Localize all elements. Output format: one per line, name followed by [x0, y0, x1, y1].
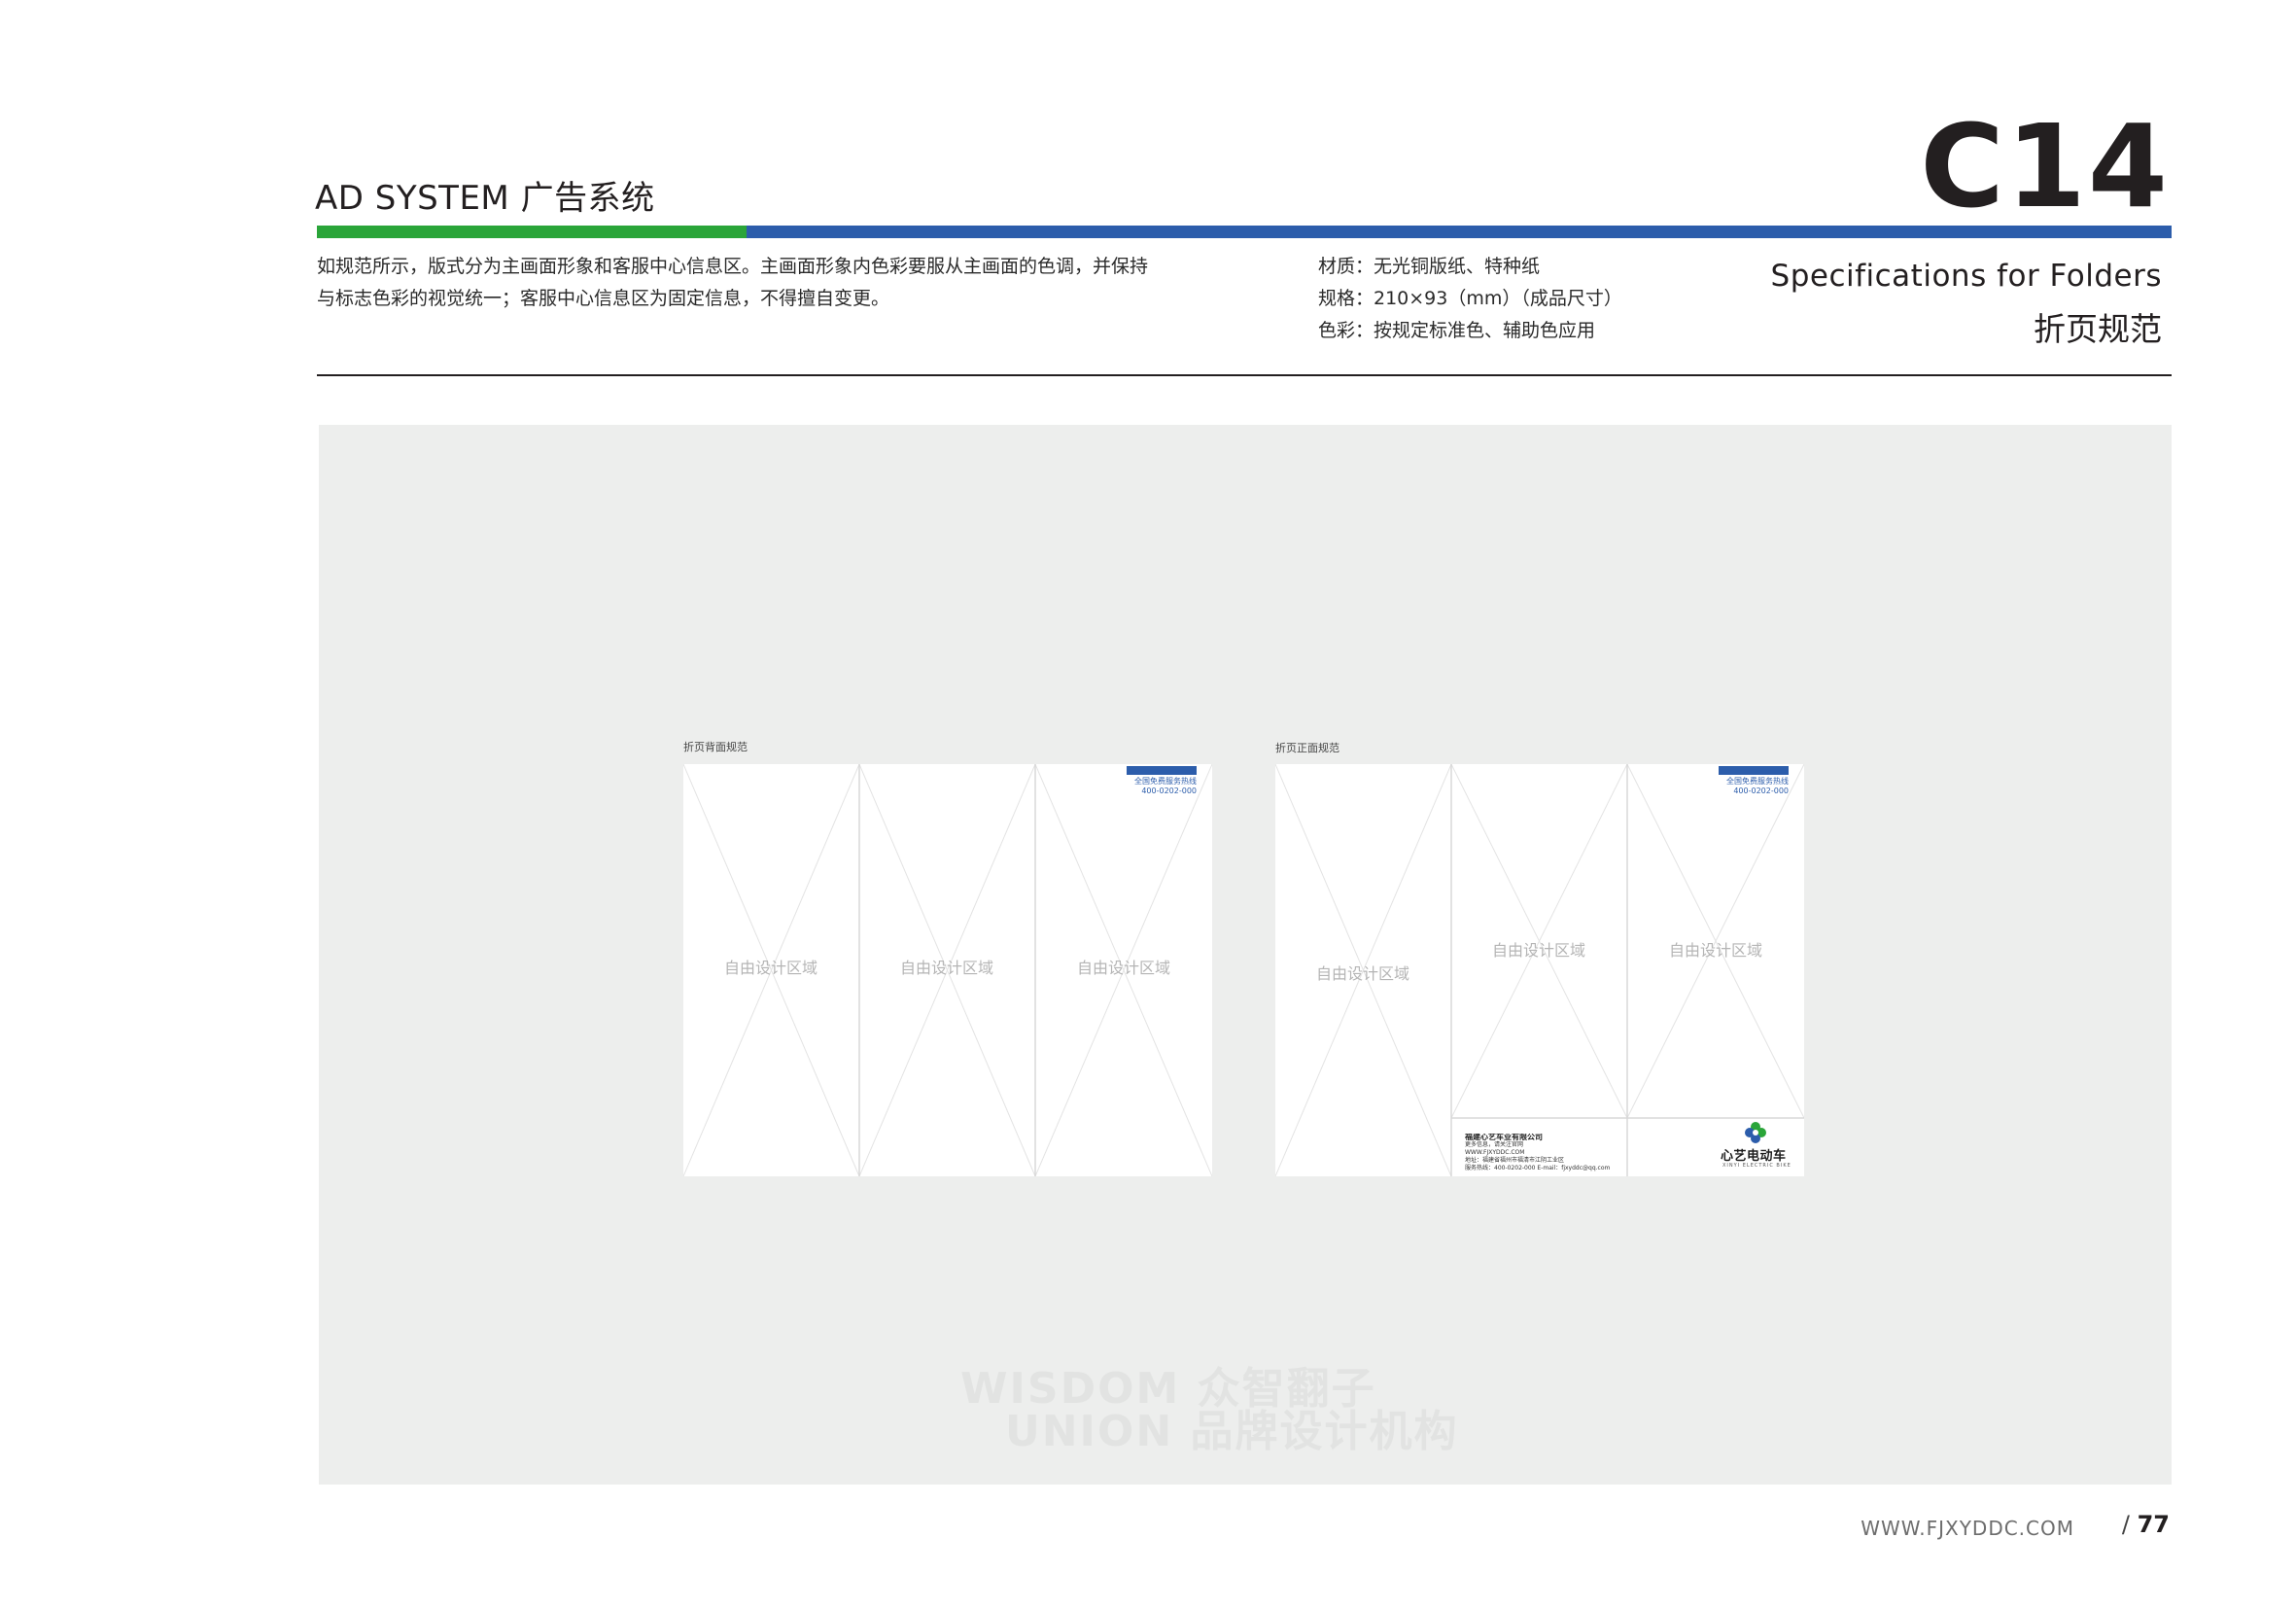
blue-accent-bar [747, 226, 2172, 238]
spec-size: 规格：210×93（mm）（成品尺寸） [1318, 288, 1622, 309]
footer-url: WWW.FJXYDDC.COM [1861, 1517, 2074, 1540]
back-folder: 自由设计区域 自由设计区域 自由设计区域 全国免费服务热线 400-0202-0… [683, 764, 1212, 1176]
watermark-line-2: UNION 品牌设计机构 [1005, 1407, 1459, 1456]
front-zone-label-2: 自由设计区域 [1491, 941, 1586, 960]
spec-title-en: Specifications for Folders [1770, 259, 2162, 294]
front-zone-label-3: 自由设计区域 [1668, 941, 1763, 960]
brand-name: 心艺电动车 [1721, 1149, 1787, 1164]
page-number-value: 77 [2137, 1511, 2170, 1538]
green-accent-bar [317, 226, 747, 238]
back-zone-label-2: 自由设计区域 [899, 959, 994, 977]
back-zone-label-1: 自由设计区域 [723, 959, 818, 977]
spec-color: 色彩：按规定标准色、辅助色应用 [1318, 320, 1596, 341]
clover-logo-icon [1745, 1122, 1766, 1143]
page-number-prefix: / [2121, 1511, 2130, 1538]
back-zone-label-3: 自由设计区域 [1076, 959, 1171, 977]
watermark-line-1: WISDOM 众智翻子 [960, 1364, 1376, 1414]
description-line: 如规范所示，版式分为主画面形象和客服中心信息区。主画面形象内色彩要服从主画面的色… [317, 256, 1149, 277]
header-divider [317, 374, 2172, 376]
page-number: / 77 [2122, 1511, 2170, 1538]
page-code: C14 [1920, 99, 2170, 233]
front-hotline: 全国免费服务热线 400-0202-000 [1726, 777, 1789, 795]
back-hotline-bar [1127, 766, 1197, 775]
back-hotline: 全国免费服务热线 400-0202-000 [1134, 777, 1197, 795]
company-name: 福建心艺车业有限公司 [1465, 1134, 1543, 1141]
description: 如规范所示，版式分为主画面形象和客服中心信息区。主画面形象内色彩要服从主画面的色… [317, 251, 1148, 315]
description-line: 与标志色彩的视觉统一；客服中心信息区为固定信息，不得擅自变更。 [317, 288, 890, 309]
front-panel-label: 折页正面规范 [1275, 742, 1339, 754]
spec-material: 材质：无光铜版纸、特种纸 [1318, 256, 1541, 277]
spec-title-cn: 折页规范 [2034, 310, 2162, 348]
front-folder: 自由设计区域 自由设计区域 自由设计区域 全国免费服务热线 400-0202-0… [1275, 764, 1804, 1176]
mockup-stage: 折页背面规范 自由设计区域 自由设计区域 自由设计区域 全国免费服务热线 400… [319, 425, 2172, 1485]
brand-subtitle: XINYI ELECTRIC BIKE [1722, 1163, 1792, 1169]
front-zone-label-1: 自由设计区域 [1315, 964, 1410, 983]
spec-list: 材质：无光铜版纸、特种纸 规格：210×93（mm）（成品尺寸） 色彩：按规定标… [1318, 251, 1622, 347]
front-hotline-bar [1719, 766, 1789, 775]
company-info: 福建心艺车业有限公司 更多信息，请关注官网 WWW.FJXYDDC.COM 地址… [1465, 1134, 1620, 1172]
section-title: AD SYSTEM 广告系统 [315, 179, 655, 218]
back-panel-label: 折页背面规范 [683, 741, 748, 753]
